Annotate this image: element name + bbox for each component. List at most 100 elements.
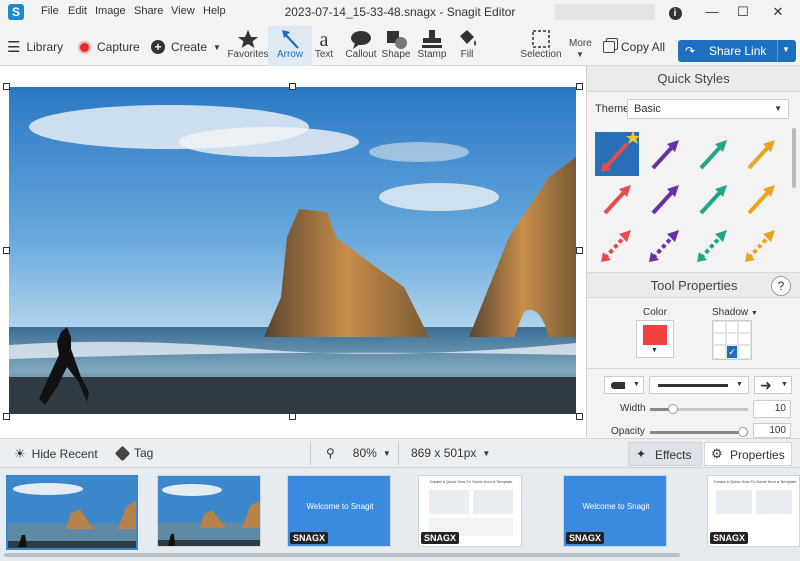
beach-thumbnail bbox=[8, 477, 136, 548]
welcome-text: Welcome to Snagit bbox=[306, 502, 374, 511]
shadow-cell[interactable] bbox=[725, 333, 739, 345]
doc-image bbox=[429, 490, 469, 514]
opacity-input[interactable]: 100 bbox=[753, 423, 791, 438]
resize-handle-top-right[interactable] bbox=[576, 83, 583, 90]
quick-styles-scrollbar[interactable] bbox=[792, 128, 796, 188]
effects-button[interactable]: ✦ Effects bbox=[628, 442, 702, 466]
menu-image[interactable]: Image bbox=[95, 5, 126, 17]
account-area[interactable] bbox=[555, 4, 655, 20]
recent-thumbnail-1[interactable] bbox=[6, 475, 138, 550]
resize-handle-bottom-right[interactable] bbox=[576, 413, 583, 420]
shadow-cell[interactable] bbox=[713, 345, 726, 359]
quick-style-swatch[interactable] bbox=[603, 185, 631, 215]
line-style-select[interactable]: ▼ bbox=[649, 376, 749, 394]
tool-fill[interactable]: Fill bbox=[445, 26, 489, 66]
library-button[interactable]: ☰ Library bbox=[7, 38, 63, 56]
properties-panel: Quick Styles Theme: Basic ▼ Tool Propert… bbox=[586, 66, 800, 438]
resize-handle-top[interactable] bbox=[289, 83, 296, 90]
chevron-down-icon: ▼ bbox=[382, 448, 391, 458]
opacity-slider-thumb[interactable] bbox=[738, 427, 748, 437]
menu-file[interactable]: File bbox=[41, 5, 59, 17]
width-slider-thumb[interactable] bbox=[668, 404, 678, 414]
shadow-cell[interactable] bbox=[738, 333, 751, 345]
quick-style-swatch[interactable] bbox=[651, 140, 679, 170]
share-link-button[interactable]: ↷ Share Link ▼ bbox=[678, 40, 796, 62]
line-end-select[interactable]: ➜ ▼ bbox=[754, 376, 792, 394]
favorites-label: Favorites bbox=[227, 49, 269, 60]
opacity-slider[interactable] bbox=[650, 427, 748, 437]
shadow-picker[interactable]: ✓ bbox=[712, 320, 752, 360]
captured-image[interactable] bbox=[9, 87, 576, 414]
line-start-select[interactable]: ▼ bbox=[604, 376, 644, 394]
shadow-cell[interactable] bbox=[725, 321, 739, 333]
copy-all-label: Copy All bbox=[621, 40, 666, 54]
recent-thumbnail-3[interactable]: Welcome to Snagit SNAGX bbox=[287, 475, 391, 547]
doc-image bbox=[473, 490, 513, 514]
chevron-down-icon: ▼ bbox=[736, 381, 743, 388]
shadow-cell[interactable] bbox=[738, 321, 751, 333]
menu-view[interactable]: View bbox=[171, 5, 195, 17]
dimensions-value: 869 x 501px bbox=[411, 446, 477, 460]
menu-help[interactable]: Help bbox=[203, 5, 226, 17]
quick-style-swatch[interactable] bbox=[747, 140, 775, 170]
quick-style-swatch[interactable] bbox=[601, 230, 631, 262]
divider bbox=[587, 368, 800, 369]
color-label: Color bbox=[643, 307, 667, 318]
doc-image bbox=[756, 490, 792, 514]
gear-icon: ⚙ bbox=[711, 446, 723, 461]
doc-title: Create a Quick How-To Guide from a Templ… bbox=[713, 479, 797, 484]
tray-scrollbar[interactable] bbox=[4, 553, 680, 557]
line-style-icon bbox=[658, 384, 728, 387]
tool-favorites[interactable]: Favorites bbox=[226, 26, 270, 66]
maximize-icon[interactable]: ☐ bbox=[728, 2, 758, 22]
shadow-cell[interactable] bbox=[713, 333, 726, 345]
resize-handle-bottom-left[interactable] bbox=[3, 413, 10, 420]
tool-selection[interactable]: Selection bbox=[518, 26, 564, 66]
chevron-down-icon: ▼ bbox=[576, 50, 584, 59]
info-icon[interactable]: i bbox=[660, 2, 690, 22]
width-input[interactable]: 10 bbox=[753, 400, 791, 418]
properties-label: Properties bbox=[730, 448, 785, 462]
color-picker[interactable]: ▼ bbox=[636, 320, 674, 358]
chevron-down-icon[interactable]: ▼ bbox=[782, 45, 790, 54]
recent-thumbnail-4[interactable]: Create a Quick How-To Guide from a Templ… bbox=[418, 475, 522, 547]
help-icon[interactable]: ? bbox=[771, 276, 791, 296]
snagx-badge: SNAGX bbox=[566, 532, 605, 544]
quick-style-swatch[interactable] bbox=[699, 185, 727, 215]
shadow-cell[interactable] bbox=[713, 321, 726, 333]
tag-button[interactable]: Tag bbox=[114, 445, 153, 461]
menu-edit[interactable]: Edit bbox=[68, 5, 87, 17]
more-button[interactable]: More ▼ bbox=[569, 38, 592, 60]
resize-handle-left[interactable] bbox=[3, 247, 10, 254]
capture-button[interactable]: Capture bbox=[78, 38, 140, 56]
dimensions-control[interactable]: 869 x 501px ▼ bbox=[411, 446, 490, 460]
hamburger-icon: ☰ bbox=[7, 39, 21, 56]
quick-style-swatch[interactable] bbox=[747, 185, 775, 215]
recent-thumbnail-6[interactable]: Create a Quick How-To Guide from a Templ… bbox=[707, 475, 800, 547]
resize-handle-top-left[interactable] bbox=[3, 83, 10, 90]
quick-style-swatch[interactable] bbox=[649, 230, 679, 262]
quick-style-swatch[interactable] bbox=[745, 230, 775, 262]
hide-recent-button[interactable]: ☀ Hide Recent bbox=[14, 446, 98, 462]
welcome-text: Welcome to Snagit bbox=[582, 502, 650, 511]
theme-select[interactable]: Basic ▼ bbox=[627, 99, 789, 119]
checkmark-icon[interactable]: ✓ bbox=[725, 345, 739, 359]
properties-button[interactable]: ⚙ Properties bbox=[704, 442, 792, 466]
quick-style-swatch[interactable] bbox=[651, 185, 679, 215]
quick-style-swatch[interactable] bbox=[699, 140, 727, 170]
resize-handle-bottom[interactable] bbox=[289, 413, 296, 420]
quick-style-swatch[interactable] bbox=[697, 230, 727, 262]
recent-thumbnail-2[interactable] bbox=[157, 475, 261, 547]
shadow-cell[interactable] bbox=[738, 345, 751, 359]
quick-style-swatch[interactable] bbox=[595, 131, 640, 176]
recent-thumbnail-5[interactable]: Welcome to Snagit SNAGX bbox=[563, 475, 667, 547]
create-button[interactable]: + Create ▼ bbox=[151, 38, 221, 56]
copy-all-button[interactable]: Copy All bbox=[603, 38, 665, 56]
close-icon[interactable]: ✕ bbox=[763, 2, 793, 22]
resize-handle-right[interactable] bbox=[576, 247, 583, 254]
menu-share[interactable]: Share bbox=[134, 5, 163, 17]
snagit-app-icon[interactable]: S bbox=[8, 4, 24, 20]
width-slider[interactable] bbox=[650, 404, 748, 414]
minimize-icon[interactable]: — bbox=[697, 2, 727, 22]
zoom-control[interactable]: ⚲ 80% ▼ bbox=[326, 446, 391, 460]
